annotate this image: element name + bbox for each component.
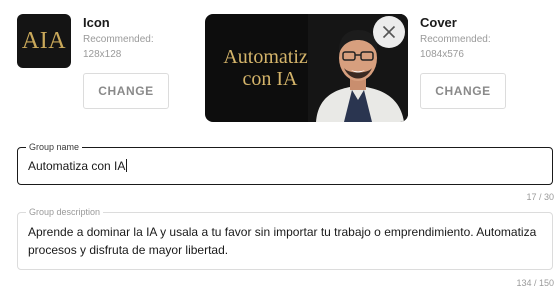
cover-recommended-size: 1084x576 — [420, 49, 464, 60]
cover-title: Cover — [420, 15, 457, 30]
group-description-label: Group description — [26, 206, 104, 218]
text-caret — [126, 159, 128, 172]
group-name-label: Group name — [26, 141, 83, 153]
cover-recommended-label: Recommended: — [420, 34, 491, 45]
group-name-counter: 17 / 30 — [526, 192, 554, 202]
change-icon-button[interactable]: CHANGE — [83, 73, 169, 109]
group-name-input[interactable]: Automatiza con IA — [28, 159, 128, 173]
group-name-field[interactable]: Group name Automatiza con IA — [17, 141, 553, 185]
icon-title: Icon — [83, 15, 110, 30]
group-name-value: Automatiza con IA — [28, 159, 126, 173]
change-cover-button[interactable]: CHANGE — [420, 73, 506, 109]
icon-recommended-size: 128x128 — [83, 49, 122, 60]
group-icon-image: AIA — [17, 14, 71, 68]
group-description-counter: 134 / 150 — [516, 278, 554, 288]
icon-logo-text: AIA — [21, 27, 67, 54]
close-icon — [382, 25, 396, 39]
group-description-field[interactable]: Group description Aprende a dominar la I… — [17, 206, 553, 270]
group-description-input[interactable]: Aprende a dominar la IA y usala a tu fav… — [28, 223, 543, 259]
remove-cover-button[interactable] — [373, 16, 405, 48]
icon-recommended-label: Recommended: — [83, 34, 154, 45]
